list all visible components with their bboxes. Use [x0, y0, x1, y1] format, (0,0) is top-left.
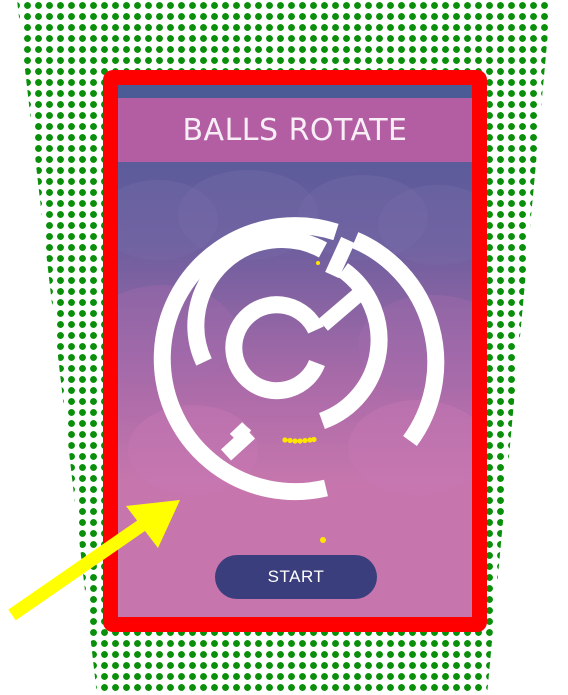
yellow-arrow-icon	[8, 500, 180, 621]
